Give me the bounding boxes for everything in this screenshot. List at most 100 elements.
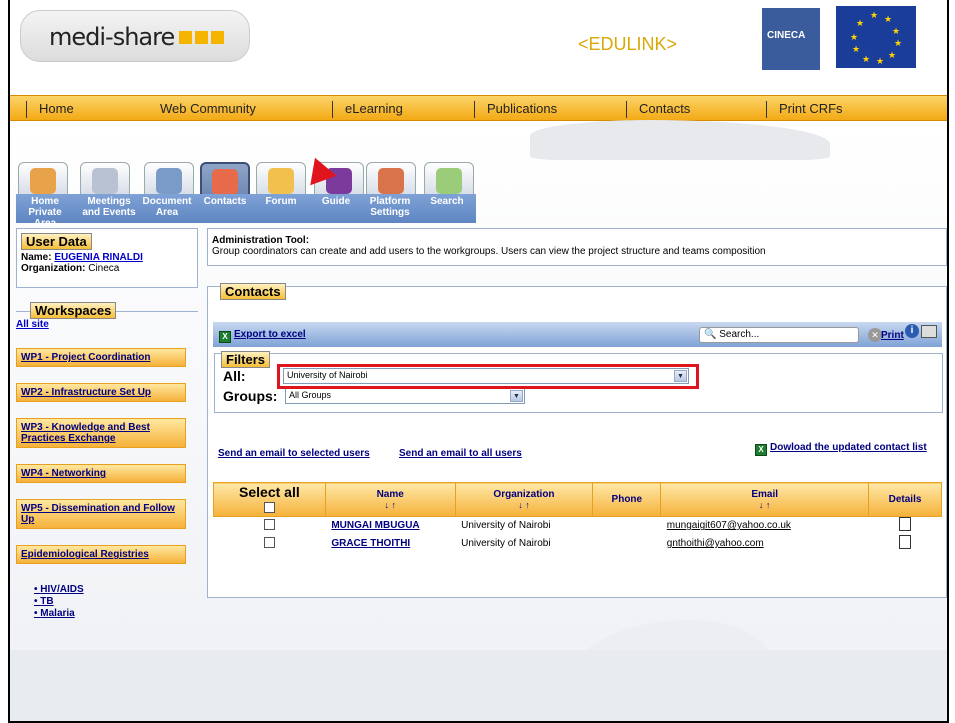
toolbar-label[interactable]: Search: [422, 196, 472, 207]
toolbar-label[interactable]: Guide: [314, 196, 358, 207]
excel-icon: X: [219, 331, 231, 343]
contact-phone: [593, 517, 661, 535]
org-label: Organization:: [21, 263, 86, 274]
workspaces-legend: Workspaces: [30, 302, 117, 319]
logo-square: [211, 31, 224, 44]
details-icon[interactable]: [899, 535, 912, 549]
download-contacts-link[interactable]: X Dowload the updated contact list: [755, 442, 927, 456]
select-all-checkbox[interactable]: [263, 501, 275, 513]
all-filter-label: All:: [223, 368, 246, 384]
nav-home[interactable]: Home: [26, 101, 148, 118]
row-checkbox[interactable]: [263, 536, 275, 548]
contact-phone: [593, 535, 661, 553]
page-frame: medi-share <EDULINK> CINECA ★ ★ ★ ★ ★ ★ ★ ★ ★ ★ H…: [8, 0, 949, 723]
name-label: Name:: [21, 252, 52, 263]
table-header: Select all Name ↓ ↑ Organization ↓ ↑ Phone…: [213, 482, 942, 517]
workspace-wp4-link[interactable]: WP4 - Networking: [16, 464, 186, 483]
toolbar-label[interactable]: Platform Settings: [362, 196, 418, 218]
groups-filter-select[interactable]: All Groups ▼: [285, 388, 525, 404]
document-icon: [156, 168, 182, 194]
logo-square: [195, 31, 208, 44]
nav-print-crfs[interactable]: Print CRFs: [766, 101, 886, 118]
email-all-link[interactable]: Send an email to all users: [399, 448, 522, 459]
toolbar-label[interactable]: Document Area: [140, 196, 194, 218]
search-icon: [436, 168, 462, 194]
contact-email-link[interactable]: gnthoithi@yahoo.com: [667, 538, 764, 549]
admin-description: Group coordinators can create and add us…: [212, 246, 766, 257]
phone-header: Phone: [592, 482, 662, 517]
contacts-icon: [212, 169, 238, 195]
nav-contacts[interactable]: Contacts: [626, 101, 766, 118]
contact-org: University of Nairobi: [461, 520, 551, 532]
contact-email-link[interactable]: mungaigit607@yahoo.co.uk: [667, 520, 791, 531]
workspace-wp5-link[interactable]: WP5 - Dissemination and Follow Up: [16, 499, 186, 529]
header: medi-share <EDULINK> CINECA ★ ★ ★ ★ ★ ★ ★ ★ ★ ★: [10, 0, 947, 93]
user-org: Cineca: [88, 263, 120, 274]
workspaces-section: Workspaces All site WP1 - Project Coordi…: [16, 302, 198, 620]
excel-icon: X: [755, 444, 767, 456]
toolbar-label[interactable]: Contacts: [198, 196, 252, 207]
contacts-toolbar: X Export to excel 🔍 Search... ✕ Print i: [213, 322, 942, 347]
main-content: Administration Tool: Group coordinators …: [207, 228, 947, 598]
nav-web-community[interactable]: Web Community: [148, 101, 332, 118]
highlight-annotation: [277, 364, 699, 389]
medishare-logo[interactable]: medi-share: [20, 10, 250, 62]
table-row: GRACE THOITHI University of Nairobi gnth…: [214, 535, 942, 553]
forum-icon: [268, 168, 294, 194]
user-name-link[interactable]: EUGENIA RINALDI: [54, 252, 143, 263]
logo-square: [179, 31, 192, 44]
all-site-link[interactable]: All site: [16, 319, 49, 330]
contact-name-link[interactable]: GRACE THOITHI: [331, 538, 410, 549]
workspace-wp3-link[interactable]: WP3 - Knowledge and Best Practices Excha…: [16, 418, 186, 448]
info-icon[interactable]: i: [905, 324, 919, 338]
clear-search-icon[interactable]: ✕: [868, 328, 882, 342]
print-link[interactable]: Print: [881, 330, 904, 341]
details-header: Details: [868, 482, 942, 517]
bullet-hiv[interactable]: • HIV/AIDS: [34, 584, 198, 596]
eu-flag-logo: ★ ★ ★ ★ ★ ★ ★ ★ ★ ★: [836, 6, 916, 68]
search-input[interactable]: 🔍 Search... ✕: [699, 327, 882, 343]
cineca-logo: CINECA: [762, 8, 820, 70]
nav-elearning[interactable]: eLearning: [332, 101, 474, 118]
select-all-header: Select all: [213, 482, 326, 517]
edulink-logo: <EDULINK>: [578, 34, 678, 54]
bullet-tb[interactable]: • TB: [34, 596, 198, 608]
workspace-wp2-link[interactable]: WP2 - Infrastructure Set Up: [16, 383, 186, 402]
workspace-toolbar: Home Private Area Meetings and Events Docu…: [16, 162, 476, 229]
organization-header[interactable]: Organization ↓ ↑: [454, 482, 594, 517]
contact-name-link[interactable]: MUNGAI MBUGUA: [331, 520, 419, 531]
contact-org: University of Nairobi: [461, 538, 551, 549]
admin-title: Administration Tool:: [212, 235, 310, 246]
settings-icon: [378, 168, 404, 194]
page-footer-band: [10, 650, 947, 721]
nav-publications[interactable]: Publications: [474, 101, 626, 118]
user-data-box: User Data Name: EUGENIA RINALDI Organiza…: [16, 228, 198, 288]
workspace-epidemiological-link[interactable]: Epidemiological Registries: [16, 545, 186, 564]
toolbar-label[interactable]: Meetings and Events: [80, 196, 138, 218]
workspace-wp1-link[interactable]: WP1 - Project Coordination: [16, 348, 186, 367]
details-icon[interactable]: [899, 517, 912, 532]
user-data-legend: User Data: [21, 233, 92, 250]
bullet-malaria[interactable]: • Malaria: [34, 608, 198, 620]
toolbar-label[interactable]: Forum: [256, 196, 306, 207]
top-navigation: Home Web Community eLearning Publication…: [10, 95, 947, 121]
admin-tool-box: Administration Tool: Group coordinators …: [207, 228, 947, 266]
chevron-down-icon[interactable]: ▼: [510, 390, 523, 402]
name-header[interactable]: Name ↓ ↑: [324, 482, 456, 517]
toolbar-labels: Home Private Area Meetings and Events Docu…: [16, 194, 476, 229]
groups-filter-label: Groups:: [223, 388, 278, 404]
logo-text: medi-share: [49, 23, 175, 51]
toolbar-label[interactable]: Home Private Area: [20, 196, 70, 229]
email-selected-link[interactable]: Send an email to selected users: [218, 448, 370, 459]
row-checkbox[interactable]: [263, 518, 275, 530]
home-icon: [30, 168, 56, 194]
search-placeholder: Search...: [719, 329, 760, 340]
contacts-legend: Contacts: [220, 283, 286, 300]
left-sidebar: User Data Name: EUGENIA RINALDI Organiza…: [16, 228, 198, 620]
contacts-table: Select all Name ↓ ↑ Organization ↓ ↑ Phone…: [213, 482, 942, 553]
email-header[interactable]: Email ↓ ↑: [660, 482, 870, 517]
printer-icon[interactable]: [921, 325, 937, 338]
filters-legend: Filters: [221, 351, 271, 368]
meetings-icon: [92, 168, 118, 194]
export-excel-link[interactable]: X Export to excel: [219, 329, 306, 343]
